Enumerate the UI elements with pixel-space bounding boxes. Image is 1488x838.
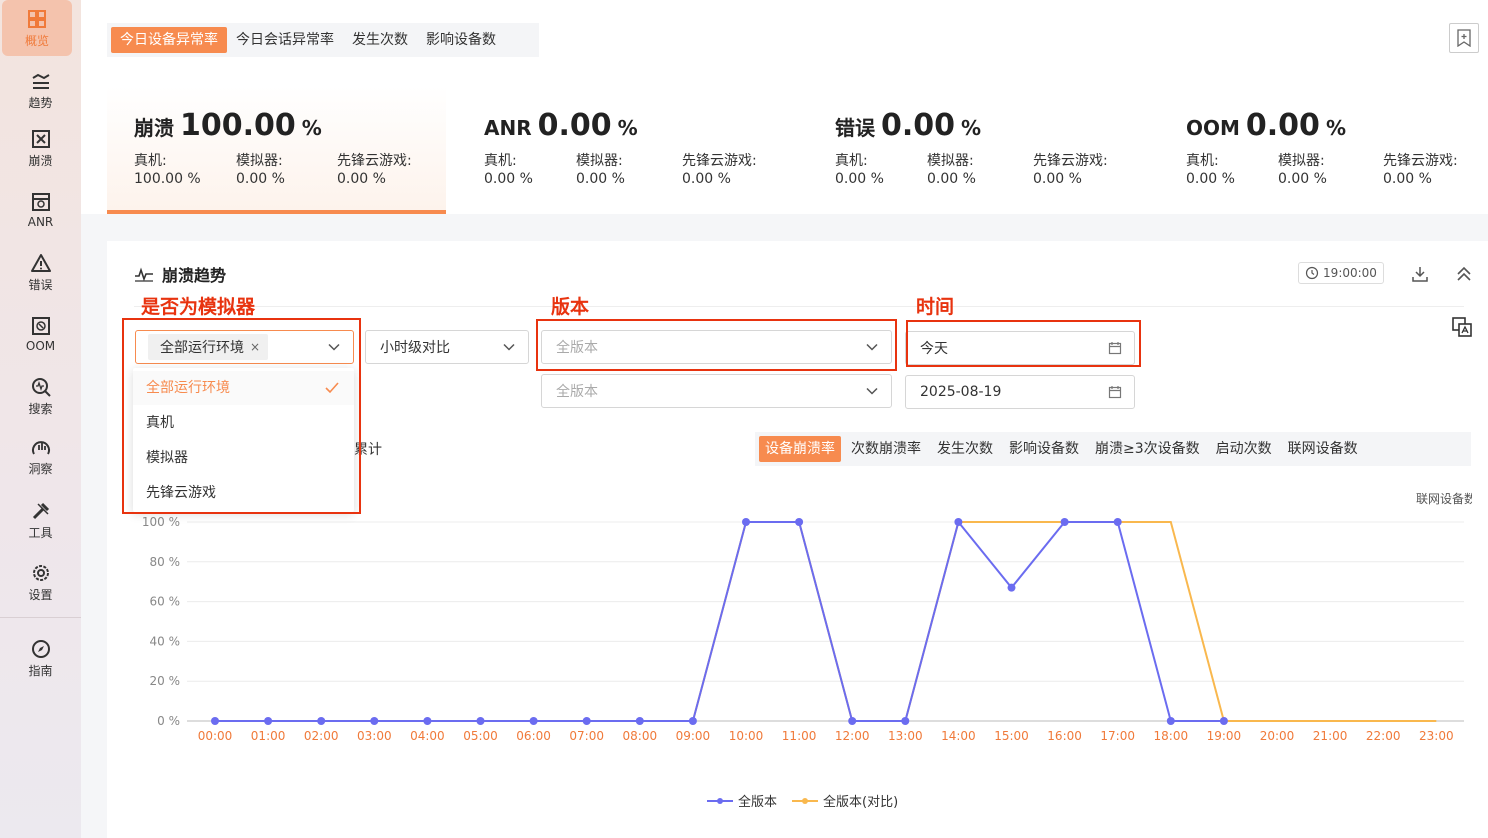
x-tick-label: 05:00 [463,729,498,743]
data-point [1007,583,1016,592]
legend-label: 全版本(对比) [823,795,899,810]
y-tick-label: 20 % [150,674,181,688]
x-tick-label: 03:00 [357,729,392,743]
x-tick-label: 21:00 [1313,729,1348,743]
legend-item-all-versions[interactable]: 全版本 [706,791,777,810]
x-tick-label: 00:00 [198,729,233,743]
y-tick-label: 80 % [150,555,181,569]
data-point [370,717,379,725]
x-tick-label: 13:00 [888,729,923,743]
highlight-time [906,320,1141,367]
data-point [688,717,697,725]
x-tick-label: 11:00 [782,729,817,743]
x-tick-label: 02:00 [304,729,339,743]
y-tick-label: 40 % [150,634,181,648]
data-point [742,518,750,526]
highlight-version [536,319,897,371]
legend-swatch [792,797,818,804]
data-point [582,717,591,725]
x-tick-label: 22:00 [1366,729,1401,743]
data-point [848,717,857,725]
data-point [1113,518,1122,526]
x-tick-label: 18:00 [1154,729,1189,743]
data-point [423,717,432,725]
x-tick-label: 10:00 [729,729,764,743]
x-tick-label: 07:00 [569,729,604,743]
x-tick-label: 06:00 [516,729,551,743]
y-tick-label: 60 % [150,595,181,609]
x-tick-label: 16:00 [1047,729,1082,743]
data-point [211,717,219,725]
x-tick-label: 15:00 [994,729,1029,743]
x-tick-label: 23:00 [1419,729,1454,743]
y-tick-label: 100 % [142,515,180,529]
x-tick-label: 20:00 [1260,729,1295,743]
data-point [476,717,485,725]
series-line [215,519,1224,722]
y-tick-label: 0 % [157,714,180,728]
data-point [901,717,910,725]
data-point [1060,518,1069,526]
x-tick-label: 01:00 [251,729,286,743]
legend-label: 全版本 [738,795,778,810]
x-tick-label: 12:00 [835,729,870,743]
data-point [1166,717,1175,725]
data-point [954,518,963,526]
legend-item-all-versions-compare[interactable]: 全版本(对比) [791,791,898,810]
x-tick-label: 14:00 [941,729,976,743]
data-point [635,717,644,725]
data-point [795,518,804,526]
data-point [317,717,326,725]
data-point [529,717,538,725]
x-tick-label: 17:00 [1100,729,1135,743]
data-point [1219,717,1228,725]
highlight-emulator [122,318,361,514]
data-point [264,717,273,725]
x-tick-label: 09:00 [676,729,711,743]
x-tick-label: 19:00 [1207,729,1242,743]
x-tick-label: 04:00 [410,729,445,743]
legend-swatch [707,797,733,804]
x-tick-label: 08:00 [623,729,658,743]
